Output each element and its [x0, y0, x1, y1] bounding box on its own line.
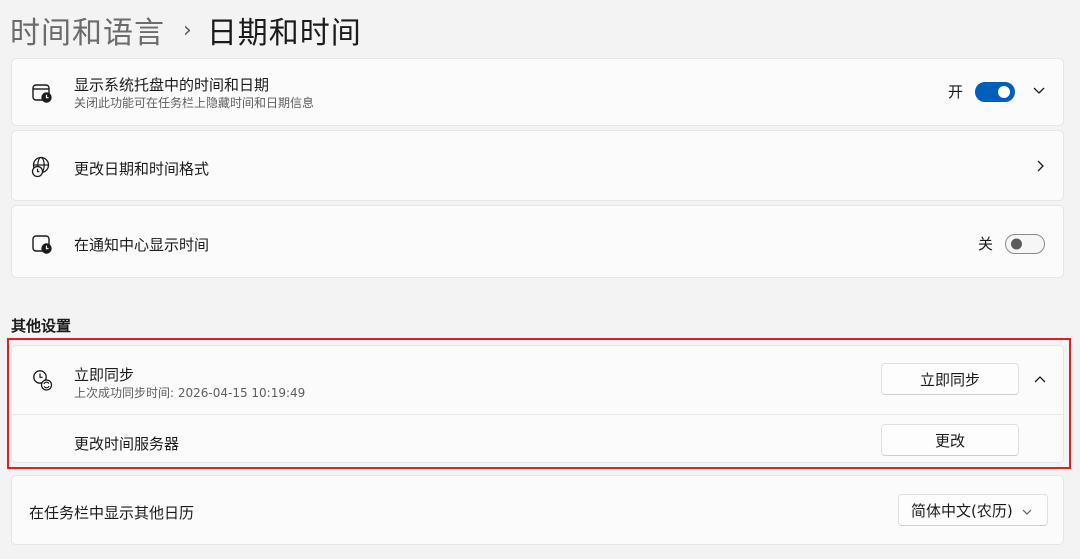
settings-page: 时间和语言 › 日期和时间 显示系统托盘中的时间和日期 关闭此功能可在任务栏上隐… — [0, 0, 1080, 559]
format-card[interactable]: 更改日期和时间格式 — [11, 130, 1064, 201]
format-title: 更改日期和时间格式 — [74, 160, 210, 178]
chevron-up-icon[interactable] — [1032, 371, 1048, 387]
calendar-clock-icon — [30, 81, 54, 105]
tray-time-subtitle: 关闭此功能可在任务栏上隐藏时间和日期信息 — [74, 96, 315, 110]
sync-card: 立即同步 上次成功同步时间: 2026-04-15 10:19:49 立即同步 … — [11, 345, 1064, 463]
section-title-other-settings: 其他设置 — [11, 317, 72, 335]
notification-time-toggle-group: 关 — [978, 233, 1046, 254]
globe-clock-icon — [30, 155, 54, 179]
toggle-knob — [1011, 238, 1023, 249]
tray-time-title: 显示系统托盘中的时间和日期 — [74, 76, 270, 94]
time-server-label: 更改时间服务器 — [74, 435, 180, 453]
tray-time-toggle-group: 开 — [948, 81, 1016, 102]
calendar-clock-icon — [30, 232, 54, 256]
calendar-card: 在任务栏中显示其他日历 简体中文(农历) — [11, 475, 1064, 545]
calendar-select[interactable]: 简体中文(农历) — [898, 494, 1048, 526]
calendar-select-value: 简体中文(农历) — [911, 501, 1013, 520]
toggle-knob — [998, 85, 1011, 98]
divider — [12, 414, 1063, 415]
tray-time-toggle-label: 开 — [948, 83, 964, 101]
page-title: 日期和时间 — [206, 16, 362, 51]
notification-time-title: 在通知中心显示时间 — [74, 236, 210, 254]
tray-time-card[interactable]: 显示系统托盘中的时间和日期 关闭此功能可在任务栏上隐藏时间和日期信息 开 — [11, 58, 1064, 126]
notification-time-toggle-label: 关 — [978, 235, 994, 253]
tray-time-toggle[interactable] — [975, 81, 1016, 102]
change-time-server-button[interactable]: 更改 — [881, 424, 1019, 456]
breadcrumb-parent[interactable]: 时间和语言 — [10, 8, 165, 52]
sync-now-button[interactable]: 立即同步 — [881, 363, 1019, 395]
chevron-right-icon[interactable] — [1032, 158, 1048, 174]
calendar-title: 在任务栏中显示其他日历 — [29, 504, 195, 522]
chevron-down-icon — [1021, 503, 1033, 521]
breadcrumb: 时间和语言 › 日期和时间 — [10, 8, 362, 52]
sync-title: 立即同步 — [74, 366, 135, 384]
chevron-down-icon[interactable] — [1031, 83, 1047, 99]
notification-time-card[interactable]: 在通知中心显示时间 关 — [11, 205, 1064, 278]
sync-last-time: 上次成功同步时间: 2026-04-15 10:19:49 — [74, 386, 306, 400]
breadcrumb-separator: › — [183, 17, 193, 43]
notification-time-toggle[interactable] — [1005, 233, 1046, 254]
clock-sync-icon — [30, 368, 54, 392]
